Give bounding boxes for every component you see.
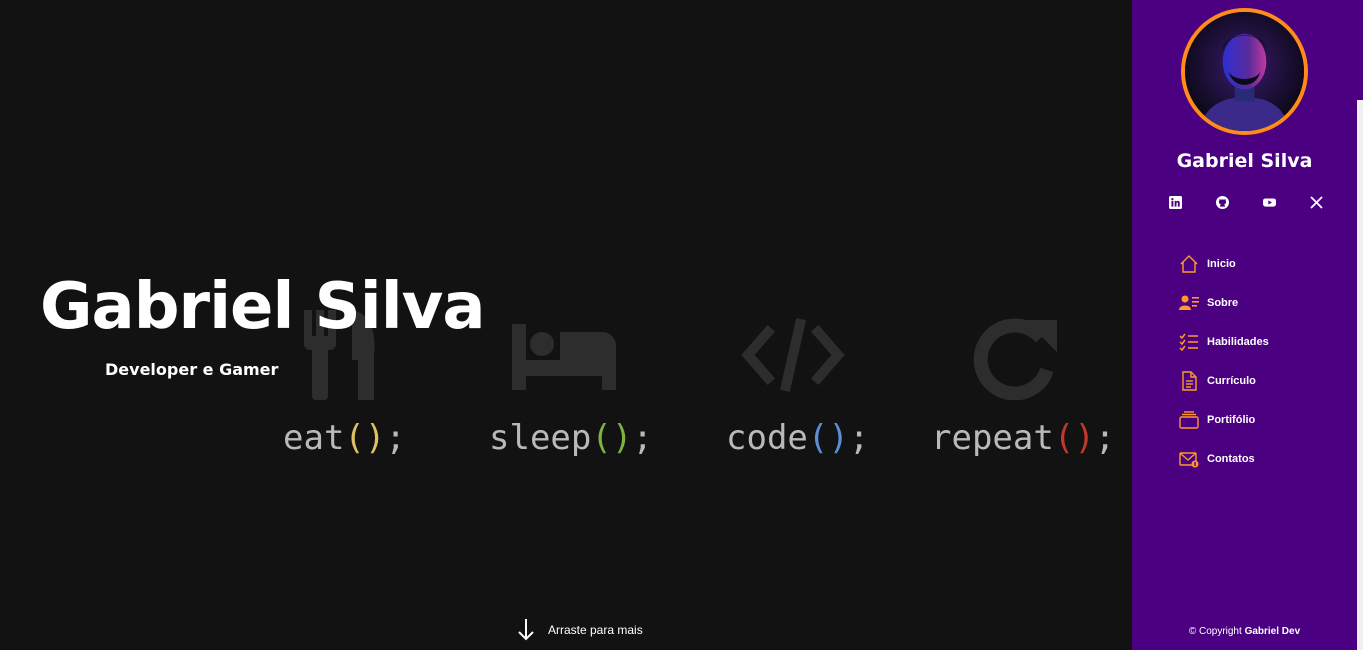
youtube-link[interactable] (1261, 193, 1279, 211)
list-check-icon (1179, 332, 1199, 352)
avatar (1181, 8, 1308, 135)
motto-repeat: repeat(); (931, 418, 1116, 458)
hero-subtitle: Developer e Gamer (105, 360, 279, 379)
folder-icon (1179, 410, 1199, 430)
nav-label-habilidades: Habilidades (1207, 335, 1269, 348)
page-scrollbar-thumb[interactable] (1357, 0, 1363, 100)
nav-item-sobre[interactable]: Sobre (1179, 283, 1269, 322)
github-link[interactable] (1213, 193, 1231, 211)
redo-icon (973, 318, 1057, 400)
nav-item-habilidades[interactable]: Habilidades (1179, 322, 1269, 361)
hero-section: eat(); sleep(); code(); repeat(); Gabrie… (0, 0, 1132, 650)
motto-code: code(); (726, 418, 870, 458)
nav-label-portifolio: Portifólio (1207, 413, 1256, 426)
nav-label-contatos: Contatos (1207, 452, 1255, 465)
scroll-hint[interactable]: Arraste para mais (516, 617, 643, 643)
x-link[interactable] (1308, 193, 1326, 211)
user-card-icon (1179, 293, 1199, 313)
arrow-down-icon (518, 619, 534, 641)
bed-icon (512, 324, 616, 390)
social-links (1166, 193, 1326, 211)
sidebar: Gabriel Silva Inicio Sobre Habilidades C… (1132, 0, 1357, 650)
nav-label-curriculo: Currículo (1207, 374, 1256, 387)
nav-label-sobre: Sobre (1207, 296, 1239, 309)
linkedin-icon (1168, 195, 1182, 209)
copyright-name: Gabriel Dev (1244, 626, 1301, 637)
nav-item-inicio[interactable]: Inicio (1179, 244, 1269, 283)
avatar-photo (1185, 12, 1304, 131)
linkedin-link[interactable] (1166, 193, 1184, 211)
home-icon (1179, 254, 1199, 274)
code-icon (741, 318, 845, 392)
nav-label-inicio: Inicio (1207, 257, 1236, 270)
motto-eat: eat(); (283, 418, 406, 458)
youtube-icon (1263, 197, 1277, 207)
nav-item-contatos[interactable]: Contatos (1179, 439, 1269, 478)
nav-item-portifolio[interactable]: Portifólio (1179, 400, 1269, 439)
sidebar-nav: Inicio Sobre Habilidades Currículo Porti… (1179, 244, 1269, 478)
document-icon (1179, 370, 1199, 391)
github-icon (1215, 195, 1229, 209)
sidebar-name: Gabriel Silva (1176, 150, 1313, 172)
hero-title: Gabriel Silva (40, 270, 486, 344)
copyright: © Copyright Gabriel Dev (1188, 626, 1301, 637)
x-icon (1310, 195, 1324, 209)
motto-sleep: sleep(); (489, 418, 653, 458)
nav-item-curriculo[interactable]: Currículo (1179, 361, 1269, 400)
scroll-hint-label: Arraste para mais (548, 623, 643, 637)
mail-icon (1179, 449, 1199, 469)
